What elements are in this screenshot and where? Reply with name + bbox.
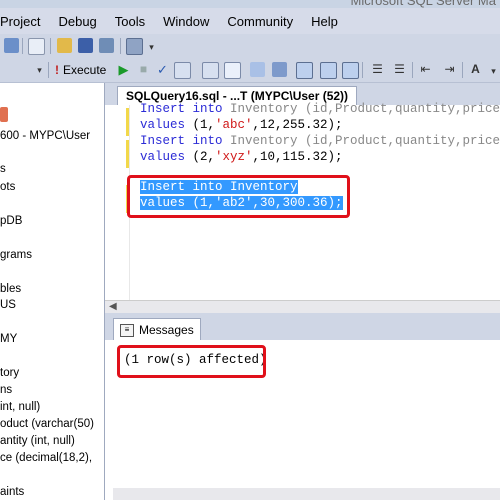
standard-toolbar: ▾ [0,34,500,59]
save-icon[interactable] [78,38,93,53]
menu-tools[interactable]: Tools [106,14,154,29]
sql-editor[interactable]: Insert into Inventory (id,Product,quanti… [105,102,500,300]
database-dropdown-icon[interactable]: ▾ [32,63,47,78]
tree-item[interactable]: ce (decimal(18,2), [0,452,92,464]
object-explorer: 600 - MYPC\User s ots pDB grams bles US … [0,83,105,500]
scroll-left-icon[interactable]: ◀ [109,301,117,312]
specify-template-values-icon[interactable]: A [468,62,483,77]
messages-scrollbar[interactable] [113,488,500,500]
tree-item[interactable]: MY [0,333,17,345]
stop-icon[interactable]: ■ [136,62,151,77]
database-icon[interactable] [4,38,19,53]
horizontal-scrollbar[interactable]: ◀ [105,300,500,313]
change-marker [126,140,129,168]
comment-lines-icon[interactable]: ☰ [370,62,385,77]
tree-item[interactable]: ots [0,181,15,193]
parse-checkmark-icon[interactable]: ✓ [155,62,170,77]
results-tab-strip: ≡ Messages [105,314,500,341]
menu-window[interactable]: Window [154,14,218,29]
results-to-grid-icon[interactable] [250,62,265,77]
tree-item[interactable]: US [0,299,16,311]
code-line: values (2,'xyz',10,115.32); [140,150,343,164]
tree-item[interactable]: s [0,163,6,175]
tree-item[interactable]: int, null) [0,401,40,413]
title-bar: Microsoft SQL Server Ma [0,0,500,8]
new-file-icon[interactable] [28,38,45,55]
tree-item[interactable]: antity (int, null) [0,435,75,447]
menu-project[interactable]: Project [0,14,49,29]
tree-item[interactable]: grams [0,249,32,261]
menu-community[interactable]: Community [218,14,302,29]
results-grid-icon[interactable] [342,62,359,79]
highlight-box-query [127,175,350,218]
increase-indent-icon[interactable]: ⇥ [442,62,457,77]
tree-item[interactable]: pDB [0,215,22,227]
include-plan-icon[interactable] [272,62,287,77]
save-all-icon[interactable] [99,38,114,53]
uncomment-lines-icon[interactable]: ☰ [392,62,407,77]
query-options-icon[interactable] [202,62,219,79]
decrease-indent-icon[interactable]: ⇤ [418,62,433,77]
execute-label: Execute [63,63,107,77]
tree-item[interactable]: tory [0,367,19,379]
open-folder-icon[interactable] [57,38,72,53]
sql-editor-toolbar: ▾ ! Execute ▶ ■ ✓ ☰ ☰ ⇤ ⇥ A ▾ [0,58,500,83]
code-line: Insert into Inventory (id,Product,quanti… [140,134,500,148]
execute-icon: ! [55,63,59,77]
execute-button[interactable]: ! Execute [55,61,106,79]
menu-debug[interactable]: Debug [49,14,105,29]
change-marker [126,108,129,136]
menu-help[interactable]: Help [302,14,347,29]
tab-messages[interactable]: ≡ Messages [113,318,201,341]
cancel-query-icon[interactable] [174,62,191,79]
connect-icon[interactable] [0,107,8,122]
messages-pane: (1 row(s) affected) [105,340,500,500]
messages-icon: ≡ [120,323,134,337]
tree-server-node[interactable]: 600 - MYPC\User [0,130,90,142]
tree-item[interactable]: oduct (varchar(50) [0,418,94,430]
menu-bar: Project Debug Tools Window Community Hel… [0,8,500,34]
window-title: Microsoft SQL Server Ma [350,0,496,8]
activity-monitor-icon[interactable] [126,38,143,55]
toolbar-overflow-icon[interactable]: ▾ [144,40,159,55]
tree-item[interactable]: bles [0,283,21,295]
results-text-icon[interactable] [320,62,337,79]
client-stats-icon[interactable] [296,62,313,79]
results-to-file-icon[interactable] [224,62,241,79]
debug-play-icon[interactable]: ▶ [116,62,131,77]
tree-item[interactable]: aints [0,486,24,498]
toolbar2-overflow-icon[interactable]: ▾ [486,64,500,79]
tree-item[interactable]: ns [0,384,12,396]
highlight-box-message [117,345,266,378]
code-line: Insert into Inventory (id,Product,quanti… [140,102,500,116]
code-line: values (1,'abc',12,255.32); [140,118,343,132]
messages-tab-label: Messages [139,323,194,337]
